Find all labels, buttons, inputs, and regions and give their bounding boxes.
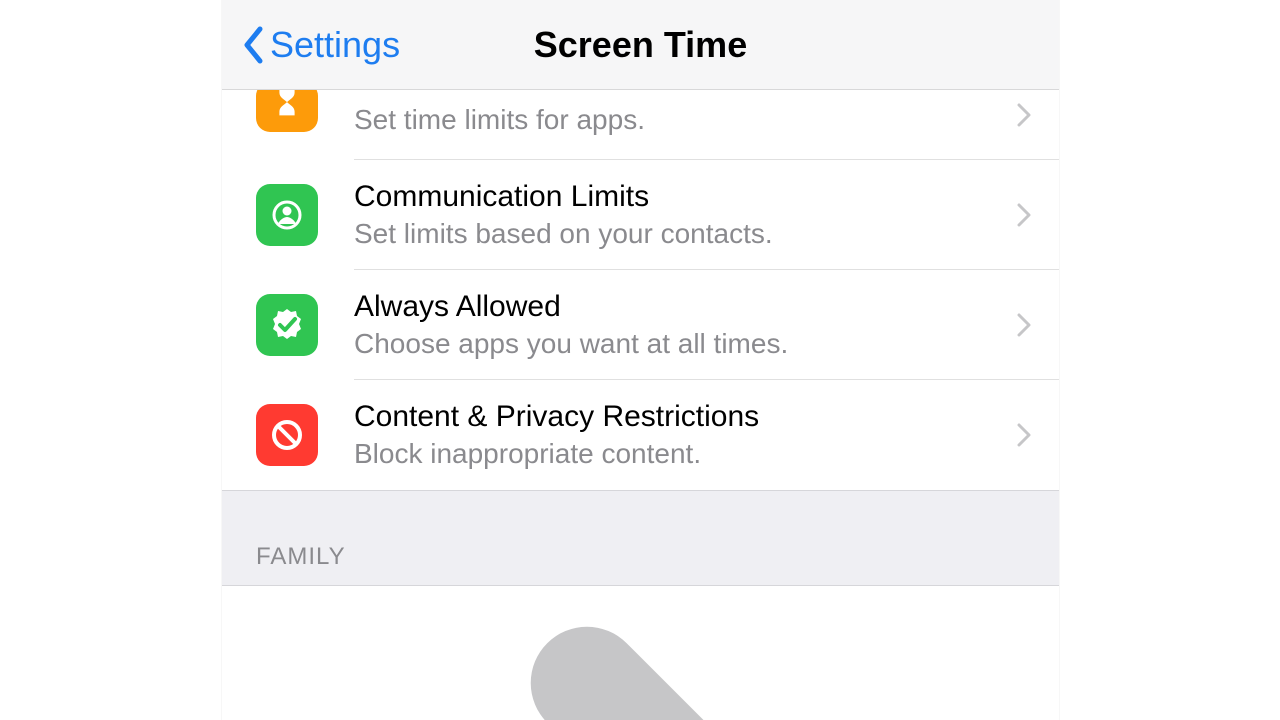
back-label: Settings [270, 24, 400, 66]
chevron-right-icon [1017, 313, 1031, 337]
row-subtitle: Set limits based on your contacts. [354, 218, 1017, 250]
contact-icon [256, 184, 318, 246]
back-button[interactable]: Settings [222, 24, 400, 66]
row-subtitle: Choose apps you want at all times. [354, 328, 1017, 360]
row-subtitle: Set time limits for apps. [354, 104, 1017, 136]
row-communication-limits[interactable]: Communication Limits Set limits based on… [222, 160, 1059, 270]
row-title: Content & Privacy Restrictions [354, 400, 1017, 434]
chevron-left-icon [242, 26, 264, 64]
settings-group: App Limits Set time limits for apps. Com… [222, 90, 1059, 490]
chevron-right-icon [512, 608, 1037, 720]
chevron-right-icon [1017, 103, 1031, 127]
settings-screen: Settings Screen Time App Limits Set time… [222, 0, 1059, 720]
hourglass-icon [256, 90, 318, 132]
row-title: Always Allowed [354, 290, 1017, 324]
section-header-label: FAMILY [256, 543, 1059, 571]
badge-check-icon [256, 294, 318, 356]
row-title: Communication Limits [354, 180, 1017, 214]
row-content-privacy[interactable]: Content & Privacy Restrictions Block ina… [222, 380, 1059, 490]
no-entry-icon [256, 404, 318, 466]
section-header-family: FAMILY [222, 490, 1059, 586]
row-always-allowed[interactable]: Always Allowed Choose apps you want at a… [222, 270, 1059, 380]
chevron-right-icon [1017, 203, 1031, 227]
row-subtitle: Block inappropriate content. [354, 438, 1017, 470]
row-app-limits[interactable]: App Limits Set time limits for apps. [222, 90, 1059, 160]
chevron-right-icon [1017, 423, 1031, 447]
content-scroll[interactable]: App Limits Set time limits for apps. Com… [222, 90, 1059, 720]
row-family-member[interactable]: Adam Marshall [222, 586, 1059, 720]
nav-bar: Settings Screen Time [222, 0, 1059, 90]
